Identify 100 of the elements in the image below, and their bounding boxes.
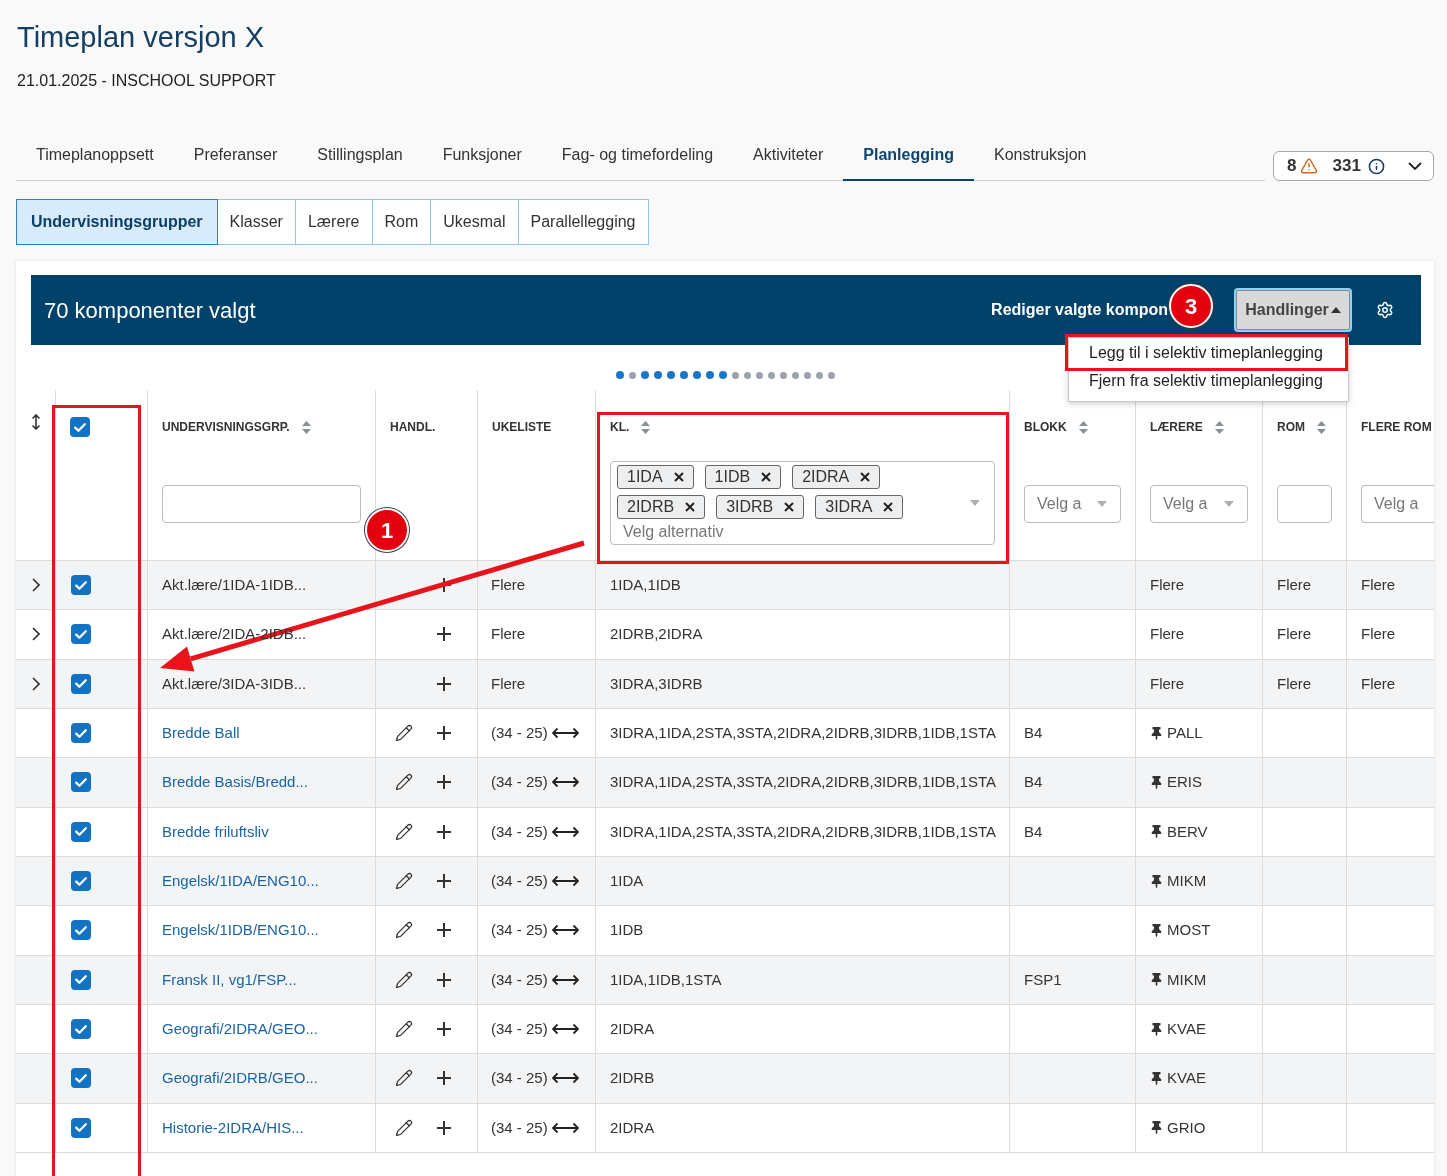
nav-tab[interactable]: Stillingsplan xyxy=(297,132,423,181)
remove-icon[interactable] xyxy=(784,502,795,512)
component-link[interactable]: Engelsk/1IDA/ENG10... xyxy=(162,869,319,893)
remove-icon[interactable] xyxy=(685,502,696,512)
pencil-icon[interactable] xyxy=(395,872,413,891)
pencil-icon[interactable] xyxy=(395,1069,413,1088)
sub-tab[interactable]: Ukesmal xyxy=(430,199,519,245)
edit-selected-link[interactable]: Rediger valgte kompon xyxy=(991,298,1168,322)
plus-icon[interactable] xyxy=(437,923,451,938)
checkbox[interactable] xyxy=(71,920,91,941)
pencil-icon[interactable] xyxy=(395,822,413,841)
checkbox[interactable] xyxy=(71,772,91,793)
component-link[interactable]: Geografi/2IDRA/GEO... xyxy=(162,1017,318,1041)
plus-icon[interactable] xyxy=(437,1120,451,1135)
sort-icon[interactable] xyxy=(301,420,311,434)
sub-tab[interactable]: Lærere xyxy=(294,199,373,245)
class-tag[interactable]: 3IDRA xyxy=(815,495,904,519)
filter-select[interactable]: Velg a xyxy=(1361,485,1434,523)
class-tag[interactable]: 2IDRB xyxy=(617,495,706,519)
pencil-icon[interactable] xyxy=(395,773,413,792)
component-link[interactable]: Fransk II, vg1/FSP... xyxy=(162,968,297,992)
remove-icon[interactable] xyxy=(761,472,772,482)
nav-tab[interactable]: Konstruksjon xyxy=(973,132,1107,181)
remove-icon[interactable] xyxy=(883,502,894,512)
plus-icon[interactable] xyxy=(437,1071,451,1086)
sort-icon[interactable] xyxy=(1317,420,1326,434)
settings-icon[interactable] xyxy=(1376,301,1394,319)
filter-select[interactable]: Velg a xyxy=(1024,485,1121,523)
up-down-arrow-icon[interactable] xyxy=(30,414,41,430)
plus-icon[interactable] xyxy=(437,676,451,691)
nav-tab[interactable]: Timeplanoppsett xyxy=(16,132,174,181)
pencil-icon[interactable] xyxy=(395,921,413,940)
left-right-arrow-icon[interactable] xyxy=(551,1023,579,1036)
pencil-icon[interactable] xyxy=(395,970,413,989)
checkbox[interactable] xyxy=(71,969,91,990)
plus-icon[interactable] xyxy=(437,627,451,642)
selection-count: 70 komponenter valgt xyxy=(44,296,257,325)
component-link[interactable]: Engelsk/1IDB/ENG10... xyxy=(162,919,319,942)
week-range: (34 - 25) xyxy=(491,969,548,990)
plus-icon[interactable] xyxy=(437,972,451,987)
checkbox[interactable] xyxy=(71,624,91,645)
filter-select[interactable]: Velg a xyxy=(1150,485,1248,523)
pencil-icon[interactable] xyxy=(395,1020,413,1039)
left-right-arrow-icon[interactable] xyxy=(551,727,579,740)
left-right-arrow-icon[interactable] xyxy=(551,825,579,838)
filter-input[interactable] xyxy=(162,485,361,523)
left-right-arrow-icon[interactable] xyxy=(551,875,579,888)
checkbox[interactable] xyxy=(71,575,91,596)
menu-item[interactable]: Legg til i selektiv timeplanlegging xyxy=(1089,339,1323,367)
chevron-right-icon[interactable] xyxy=(31,676,40,691)
nav-tab[interactable]: Aktiviteter xyxy=(733,132,844,181)
left-right-arrow-icon[interactable] xyxy=(551,1072,579,1085)
sub-tab[interactable]: Undervisningsgrupper xyxy=(16,199,218,245)
plus-icon[interactable] xyxy=(437,874,451,889)
nav-tab[interactable]: Planlegging xyxy=(843,132,974,181)
left-right-arrow-icon[interactable] xyxy=(551,973,579,986)
class-tag[interactable]: 1IDB xyxy=(704,465,782,489)
status-summary-button[interactable]: 8 331 xyxy=(1273,151,1434,181)
class-tag[interactable]: 1IDA xyxy=(617,465,694,489)
component-link[interactable]: Historie-2IDRA/HIS... xyxy=(162,1116,304,1139)
left-right-arrow-icon[interactable] xyxy=(551,776,579,789)
pencil-icon[interactable] xyxy=(395,724,413,743)
menu-item[interactable]: Fjern fra selektiv timeplanlegging xyxy=(1089,367,1323,395)
sub-tab[interactable]: Klasser xyxy=(216,199,296,245)
component-link[interactable]: Geografi/2IDRB/GEO... xyxy=(162,1067,318,1090)
nav-tab[interactable]: Funksjoner xyxy=(422,132,542,181)
chevron-right-icon[interactable] xyxy=(31,627,40,642)
plus-icon[interactable] xyxy=(437,1022,451,1037)
checkbox[interactable] xyxy=(71,1019,91,1040)
nav-tab[interactable]: Preferanser xyxy=(173,132,298,181)
checkbox[interactable] xyxy=(71,821,91,842)
sub-tab[interactable]: Parallellegging xyxy=(517,199,649,245)
chevron-right-icon[interactable] xyxy=(31,578,40,593)
filter-input[interactable] xyxy=(1277,485,1332,523)
plus-icon[interactable] xyxy=(437,824,451,839)
remove-icon[interactable] xyxy=(673,472,684,482)
sort-icon[interactable] xyxy=(1078,420,1088,434)
checkbox[interactable] xyxy=(71,723,91,744)
pencil-icon[interactable] xyxy=(395,1118,413,1137)
checkbox[interactable] xyxy=(71,1068,91,1089)
actions-button[interactable]: Handlinger xyxy=(1236,290,1350,330)
plus-icon[interactable] xyxy=(437,726,451,741)
component-link[interactable]: Bredde friluftsliv xyxy=(162,820,269,844)
checkbox[interactable] xyxy=(71,673,91,694)
left-right-arrow-icon[interactable] xyxy=(551,924,579,937)
checkbox[interactable] xyxy=(71,871,91,892)
checkbox[interactable] xyxy=(70,417,90,437)
sort-icon[interactable] xyxy=(1214,420,1224,434)
class-tag[interactable]: 3IDRB xyxy=(716,495,805,519)
component-link[interactable]: Bredde Basis/Bredd... xyxy=(162,771,308,794)
remove-icon[interactable] xyxy=(860,472,871,482)
nav-tab[interactable]: Fag- og timefordeling xyxy=(541,132,734,181)
checkbox[interactable] xyxy=(71,1117,91,1138)
sort-icon[interactable] xyxy=(641,420,651,434)
component-link[interactable]: Bredde Ball xyxy=(162,721,240,745)
class-tag[interactable]: 2IDRA xyxy=(792,465,881,489)
left-right-arrow-icon[interactable] xyxy=(551,1121,579,1134)
sub-tab[interactable]: Rom xyxy=(371,199,432,245)
multiselect-field[interactable]: 1IDA 1IDB 2IDRA 2IDRB 3IDRB 3IDRA Velg alternativ xyxy=(610,461,995,545)
plus-icon[interactable] xyxy=(437,775,451,790)
